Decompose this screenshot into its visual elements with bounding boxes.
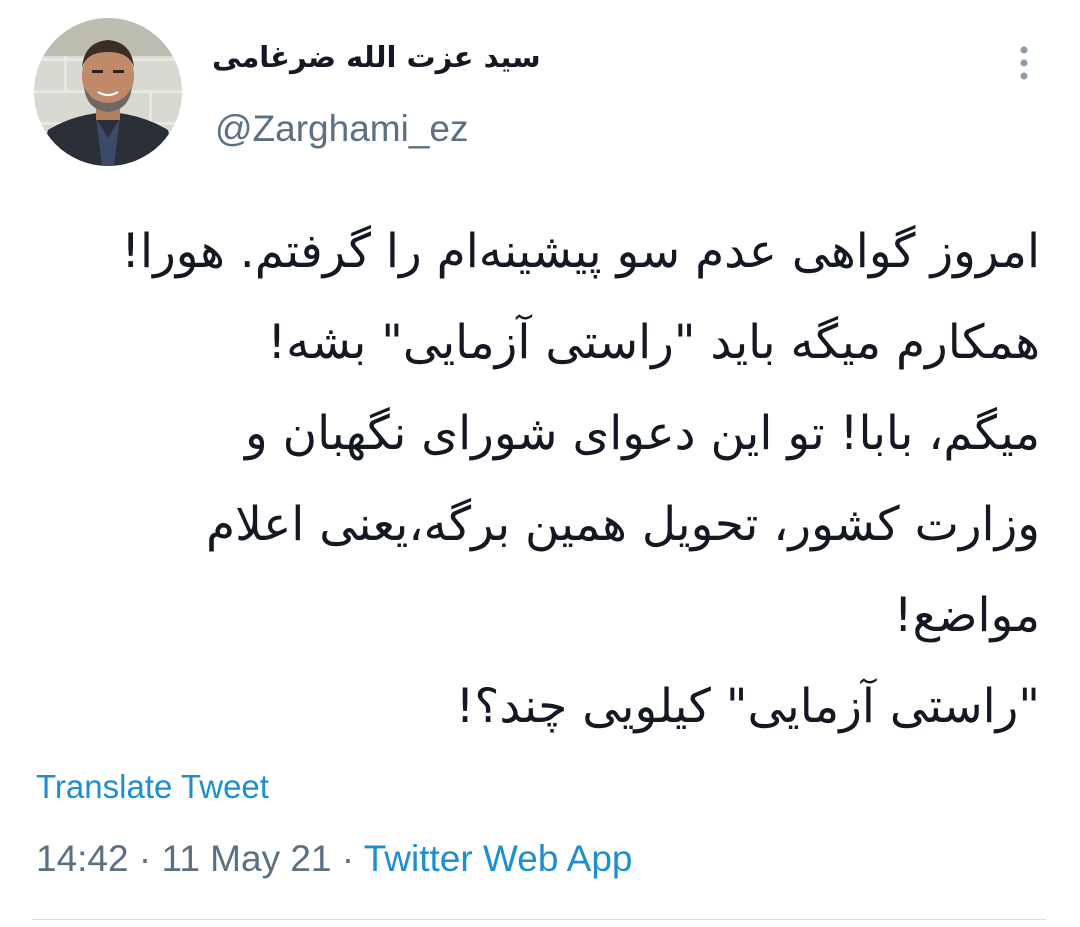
metadata-separator: · [138,838,152,879]
tweet-source-link[interactable]: Twitter Web App [364,838,633,879]
translate-tweet-link[interactable]: Translate Tweet [36,768,269,806]
tweet-text-line: وزارت کشور، تحویل همین برگه،یعنی اعلام [206,497,1040,552]
tweet-text-line: همکارم میگه باید "راستی آزمایی" بشه! [267,315,1040,370]
author-display-name[interactable]: سید عزت الله ضرغامی [212,40,541,74]
tweet-metadata: 14:42 · 11 May 21 · Twitter Web App [36,838,632,880]
tweet-date[interactable]: 11 May 21 [161,838,331,879]
metadata-separator: · [341,838,355,879]
author-handle[interactable]: @Zarghami_ez [215,108,469,150]
avatar-photo [34,18,182,166]
avatar[interactable] [34,18,182,166]
tweet-text-line: امروز گواهی عدم سو پیشینه‌ام را گرفتم. ه… [121,224,1040,279]
more-vertical-glyph [1020,46,1028,80]
tweet-text-line: "راستی آزمایی" کیلویی چند؟! [455,679,1040,734]
more-vertical-icon[interactable] [1010,44,1038,86]
tweet-text-line: میگم، بابا! تو این دعوای شورای نگهبان و [245,406,1040,461]
tweet-time[interactable]: 14:42 [36,838,129,879]
tweet-text: امروز گواهی عدم سو پیشینه‌ام را گرفتم. ه… [40,206,1040,752]
divider [32,919,1046,920]
tweet-text-line: مواضع! [893,588,1040,643]
